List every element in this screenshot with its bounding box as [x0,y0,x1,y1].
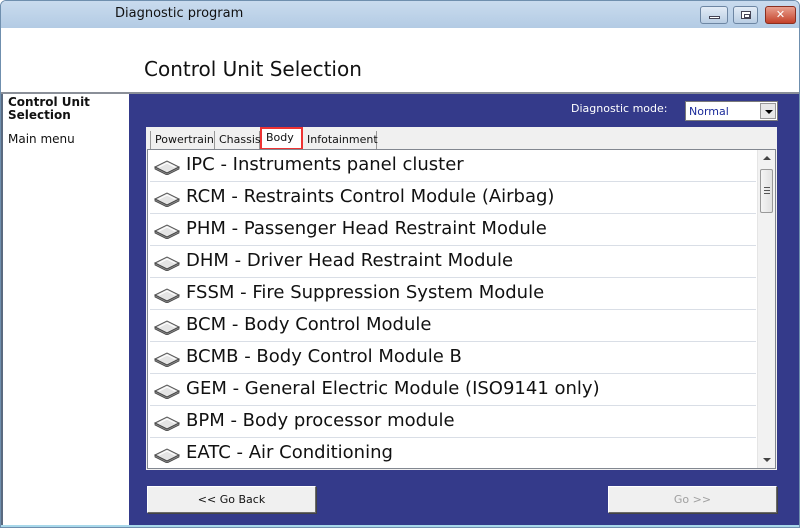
module-chip-icon [153,255,181,272]
module-chip-icon [153,287,181,304]
sidebar-item-control-unit-selection: Control Unit Selection [8,95,90,122]
grip-line [764,187,770,188]
maximize-button[interactable] [733,6,758,24]
list-item[interactable]: FSSM - Fire Suppression System Module [150,278,756,310]
grip-line [764,193,770,194]
list-item[interactable]: IPC - Instruments panel cluster [150,150,756,182]
module-list[interactable]: EATC - Air Conditioning BPM - Body proces… [147,149,776,469]
scroll-up-arrow-icon[interactable] [758,150,775,167]
tab-infotainment[interactable]: Infotainment [303,131,378,150]
list-item[interactable]: BCMB - Body Control Module B [150,342,756,374]
tab-control: Powertrain Chassis Infotainment Body EAT… [146,127,777,470]
module-label: EATC - Air Conditioning [186,442,393,463]
diagnostic-mode-value: Normal [689,105,729,118]
chevron-down-icon[interactable] [760,103,776,119]
sidebar-item-main-menu[interactable]: Main menu [8,132,75,146]
go-back-button[interactable]: << Go Back [147,486,316,513]
module-label: BCMB - Body Control Module B [186,346,462,367]
tab-powertrain[interactable]: Powertrain [150,131,215,150]
module-chip-icon [153,191,181,208]
module-chip-icon [153,159,181,176]
list-item[interactable]: DHM - Driver Head Restraint Module [150,246,756,278]
list-item[interactable]: RCM - Restraints Control Module (Airbag) [150,182,756,214]
grip-line [764,190,770,191]
list-item[interactable]: GEM - General Electric Module (ISO9141 o… [150,374,756,406]
diagnostic-mode-select[interactable]: Normal [685,101,778,121]
module-chip-icon [153,415,181,432]
sidebar: Control Unit Selection Main menu [1,94,129,527]
diagnostic-mode-label: Diagnostic mode: [571,102,668,115]
window-title: Diagnostic program [115,6,244,21]
module-chip-icon [153,223,181,240]
module-chip-icon [153,319,181,336]
minimize-icon [709,16,720,19]
maximize-icon [741,11,751,19]
tab-body[interactable]: Body [260,127,303,150]
list-item[interactable]: EATC - Air Conditioning [150,438,756,468]
module-label: PHM - Passenger Head Restraint Module [186,218,547,239]
tab-chassis[interactable]: Chassis [215,131,261,150]
list-scrollbar[interactable] [757,150,775,468]
module-label: RCM - Restraints Control Module (Airbag) [186,186,555,207]
module-chip-icon [153,351,181,368]
title-bar[interactable]: Diagnostic program ✕ [1,1,799,28]
go-button[interactable]: Go >> [608,486,777,513]
app-window: Diagnostic program ✕ Control Unit Select… [0,0,800,528]
list-item[interactable]: BPM - Body processor module [150,406,756,438]
list-item[interactable]: PHM - Passenger Head Restraint Module [150,214,756,246]
module-label: GEM - General Electric Module (ISO9141 o… [186,378,600,399]
close-button[interactable]: ✕ [765,6,796,24]
module-label: BPM - Body processor module [186,410,455,431]
minimize-button[interactable] [700,6,728,24]
scroll-down-arrow-icon[interactable] [758,451,775,468]
module-label: IPC - Instruments panel cluster [186,154,464,175]
module-label: FSSM - Fire Suppression System Module [186,282,545,303]
module-label: DHM - Driver Head Restraint Module [186,250,514,271]
page-header: Control Unit Selection [1,28,799,92]
page-title: Control Unit Selection [144,57,362,81]
scroll-thumb[interactable] [760,169,773,213]
module-label: BCM - Body Control Module [186,314,432,335]
module-chip-icon [153,447,181,464]
main-panel: Diagnostic mode: Normal Powertrain Chass… [129,94,799,527]
close-icon: ✕ [775,8,786,21]
module-chip-icon [153,383,181,400]
list-item[interactable]: BCM - Body Control Module [150,310,756,342]
